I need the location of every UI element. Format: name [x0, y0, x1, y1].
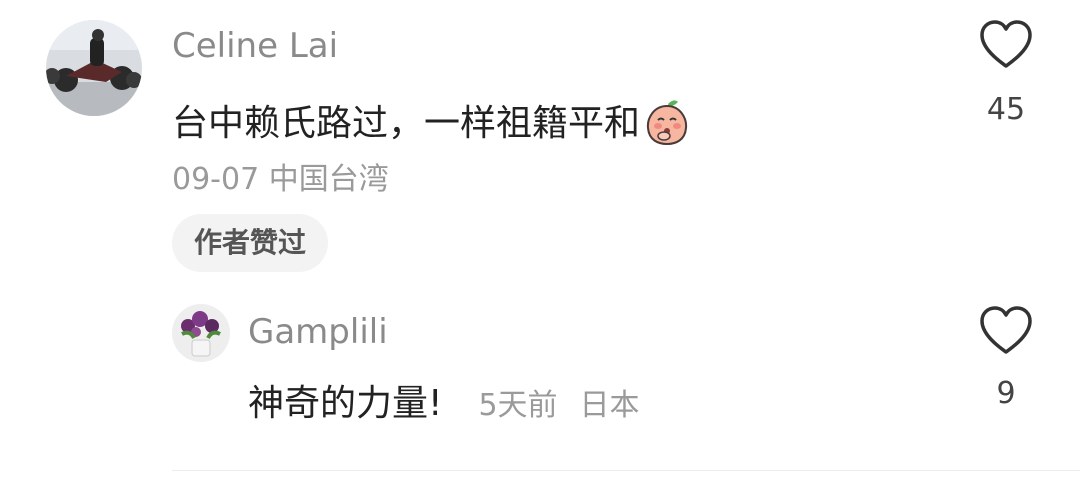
comment-username[interactable]: Celine Lai	[172, 26, 338, 66]
like-button[interactable]	[978, 18, 1034, 70]
author-liked-badge: 作者赞过	[172, 214, 329, 272]
heart-outline-icon	[978, 18, 1034, 70]
reply-location: 日本	[579, 388, 640, 423]
reply-like-button[interactable]	[978, 304, 1034, 356]
comment-text: 台中赖氏路过，一样祖籍平和	[172, 103, 641, 144]
heart-outline-icon	[978, 304, 1034, 356]
reply-text: 神奇的力量!	[248, 383, 443, 424]
motorcycle-photo-avatar	[46, 20, 142, 116]
peach-face-emoji	[644, 98, 690, 150]
comment-meta: 09-07 中国台湾	[172, 162, 389, 197]
reply-time: 5天前	[478, 388, 558, 423]
reply-like-count: 9	[996, 376, 1016, 411]
reply-user-avatar[interactable]	[172, 304, 230, 362]
divider	[172, 470, 1080, 471]
flowers-photo-avatar	[172, 304, 230, 362]
user-avatar[interactable]	[46, 20, 142, 116]
reply-username[interactable]: Gamplili	[248, 312, 388, 352]
comment-body: 台中赖氏路过，一样祖籍平和	[172, 98, 690, 150]
like-count: 45	[986, 92, 1026, 127]
reply-body: 神奇的力量! 5天前 日本	[248, 382, 640, 426]
